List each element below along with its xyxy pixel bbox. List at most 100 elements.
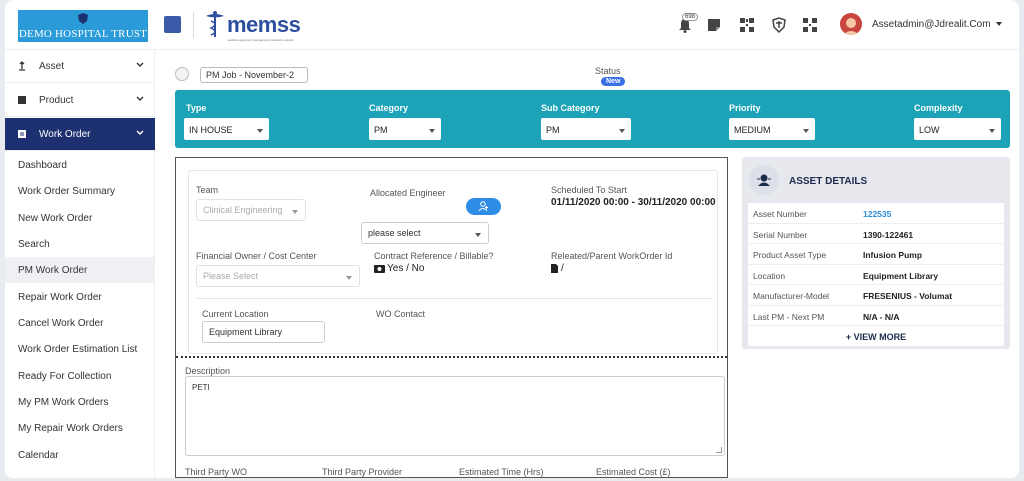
menu-square-icon[interactable]	[164, 16, 181, 33]
complexity-label: Complexity	[914, 103, 963, 113]
avatar[interactable]	[840, 13, 862, 35]
asset-icon	[19, 61, 25, 71]
team-select[interactable]: Clinical Engineering	[196, 199, 306, 221]
work-order-icon	[18, 130, 26, 138]
app-logo[interactable]: memss medical equipment management softw…	[201, 8, 309, 42]
asset-value: Infusion Pump	[863, 250, 923, 260]
sidebar-item-my-repair-work-orders[interactable]: My Repair Work Orders	[5, 415, 155, 441]
sidebar-item-new-work-order[interactable]: New Work Order	[5, 205, 155, 231]
category-select[interactable]: PM	[369, 118, 441, 140]
asset-row: Product Asset Type Infusion Pump	[748, 244, 1004, 265]
type-label: Type	[186, 103, 207, 113]
chevron-down-icon	[136, 96, 144, 101]
money-icon	[374, 265, 385, 273]
asset-key: Location	[753, 270, 786, 281]
document-icon	[551, 264, 558, 273]
sidebar-group-asset[interactable]: Asset	[5, 50, 155, 83]
top-header: DEMO HOSPITAL TRUST memss medical equipm…	[5, 0, 1019, 50]
complexity-value: LOW	[919, 125, 940, 135]
section-divider	[176, 356, 727, 358]
subcategory-label: Sub Category	[541, 103, 600, 113]
app-window: DEMO HOSPITAL TRUST memss medical equipm…	[5, 0, 1019, 478]
chevron-down-icon	[257, 129, 263, 133]
asset-details-title: ASSET DETAILS	[789, 176, 868, 187]
sidebar-group-work-order[interactable]: Work Order	[5, 118, 155, 151]
sidebar-item-work-order-summary[interactable]: Work Order Summary	[5, 178, 155, 204]
note-icon[interactable]	[706, 17, 722, 33]
subcategory-value: PM	[546, 125, 560, 135]
owner-select[interactable]: Please Select	[196, 265, 360, 287]
hospital-logo[interactable]: DEMO HOSPITAL TRUST	[18, 10, 148, 42]
sidebar-item-search[interactable]: Search	[5, 231, 155, 257]
sidebar-group-label: Product	[39, 95, 74, 106]
chevron-down-icon	[346, 276, 352, 280]
owner-label: Financial Owner / Cost Center	[196, 251, 317, 261]
chevron-down-icon	[803, 129, 809, 133]
sidebar-item-estimation-list[interactable]: Work Order Estimation List	[5, 336, 155, 362]
sidebar-item-my-pm-work-orders[interactable]: My PM Work Orders	[5, 389, 155, 415]
type-value: IN HOUSE	[189, 125, 233, 135]
third-party-provider-label: Third Party Provider	[322, 467, 403, 477]
sidebar-item-ready-for-collection[interactable]: Ready For Collection	[5, 363, 155, 389]
estimated-cost-label: Estimated Cost (£)	[596, 467, 671, 477]
description-value: PETI	[192, 383, 210, 392]
description-textarea[interactable]: PETI	[185, 376, 725, 456]
header-divider	[193, 12, 194, 38]
contract-label: Contract Reference / Billable?	[374, 251, 494, 261]
sidebar-item-dashboard[interactable]: Dashboard	[5, 152, 155, 178]
asset-row: Asset Number 122535	[748, 203, 1004, 224]
product-icon	[18, 96, 26, 104]
type-select[interactable]: IN HOUSE	[184, 118, 269, 140]
chevron-down-icon	[475, 233, 481, 237]
chevron-down-icon	[136, 130, 144, 135]
sidebar-item-cancel-work-order[interactable]: Cancel Work Order	[5, 310, 155, 336]
qr-icon[interactable]	[802, 17, 818, 33]
asset-details-card: ASSET DETAILS Asset Number 122535 Serial …	[742, 157, 1010, 349]
description-label: Description	[185, 366, 231, 376]
asset-details-table: Asset Number 122535 Serial Number 1390-122…	[748, 203, 1004, 346]
location-value: Equipment Library	[209, 327, 283, 337]
crest-icon	[78, 13, 88, 24]
resize-handle[interactable]	[716, 447, 722, 453]
asset-number-link[interactable]: 122535	[863, 209, 891, 219]
contract-value[interactable]: Yes / No	[387, 263, 424, 274]
team-label: Team	[196, 185, 219, 195]
engineer-select[interactable]: please select	[361, 222, 489, 244]
assign-engineer-button[interactable]	[466, 198, 501, 215]
estimated-time-label: Estimated Time (Hrs)	[459, 467, 544, 477]
avatar-face-icon	[840, 13, 862, 35]
job-type-icon	[175, 67, 189, 81]
subcategory-select[interactable]: PM	[541, 118, 631, 140]
asset-key: Manufacturer-Model	[753, 291, 830, 301]
sidebar: Asset Product Work Order Dashboard Work …	[5, 50, 155, 478]
qr-icon[interactable]	[739, 17, 755, 33]
view-more-button[interactable]: + VIEW MORE	[748, 326, 1004, 346]
chevron-down-icon	[619, 129, 625, 133]
asset-row: Location Equipment Library	[748, 265, 1004, 285]
asset-value: N/A - N/A	[863, 311, 900, 322]
work-order-form: Team Clinical Engineering Allocated Engi…	[175, 157, 728, 478]
location-input[interactable]: Equipment Library	[202, 321, 325, 343]
caret-down-icon[interactable]	[996, 22, 1002, 27]
sidebar-item-calendar[interactable]: Calendar	[5, 442, 155, 468]
complexity-select[interactable]: LOW	[914, 118, 1001, 140]
sidebar-group-label: Work Order	[39, 129, 91, 140]
asset-key: Asset Number	[753, 209, 807, 219]
job-select[interactable]: PM Job - November-2	[200, 67, 308, 83]
scheduled-value[interactable]: 01/11/2020 00:00 - 30/11/2020 00:00	[551, 197, 716, 208]
filter-bar: Type IN HOUSE Category PM Sub Category P…	[175, 90, 1010, 148]
related-value[interactable]: /	[561, 263, 564, 274]
app-tagline: medical equipment management software so…	[227, 38, 294, 42]
sidebar-group-product[interactable]: Product	[5, 84, 155, 117]
sidebar-item-pm-work-order[interactable]: PM Work Order	[5, 257, 155, 283]
crest-icon[interactable]	[771, 17, 787, 33]
sidebar-group-label: Asset	[39, 61, 65, 72]
panel-divider	[196, 298, 712, 299]
asset-value: Equipment Library	[863, 270, 939, 281]
wo-contact-label: WO Contact	[376, 309, 426, 319]
sidebar-item-repair-work-order[interactable]: Repair Work Order	[5, 284, 155, 310]
user-email[interactable]: Assetadmin@Jdrealit.Com	[872, 19, 991, 30]
related-label: Releated/Parent WorkOrder Id	[551, 251, 673, 261]
priority-select[interactable]: MEDIUM	[729, 118, 815, 140]
category-label: Category	[369, 103, 409, 113]
